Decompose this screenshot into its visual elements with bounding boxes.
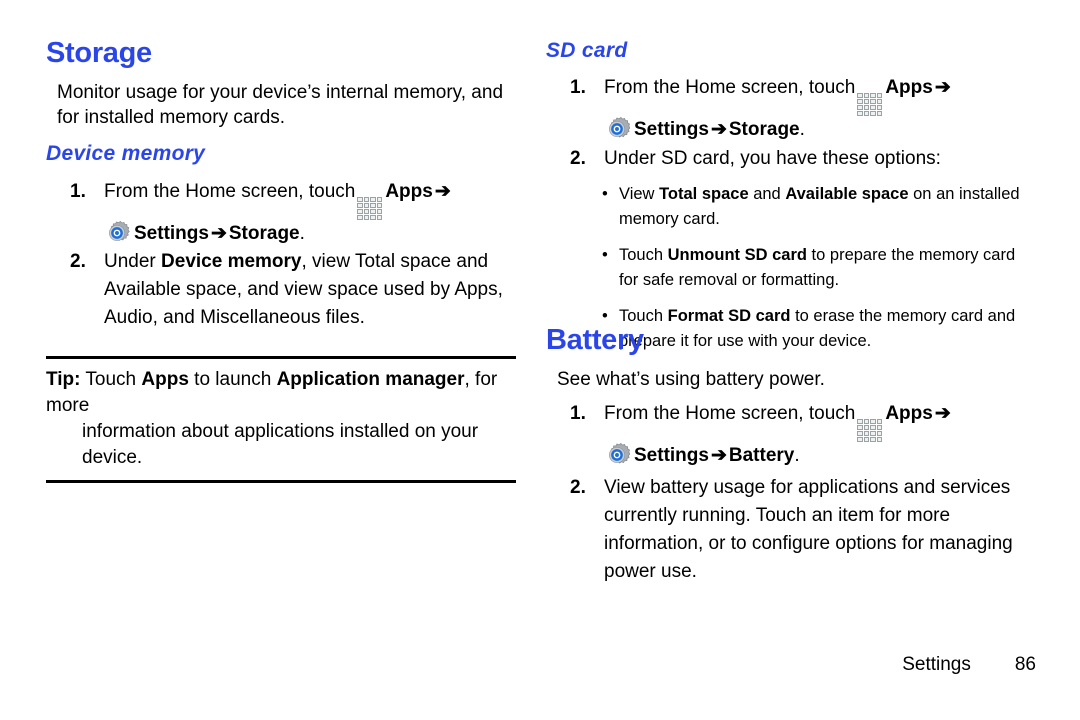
page-title-battery: Battery (546, 324, 644, 356)
settings-gear-icon (109, 221, 130, 242)
apps-label: Apps (385, 181, 433, 203)
sentence-period: . (299, 223, 305, 245)
step-number: 2. (70, 251, 86, 273)
bullet-icon: • (602, 185, 608, 204)
footer-section-label: Settings (902, 654, 971, 675)
tip-part-2: to launch (188, 369, 277, 391)
apps-label: Apps (885, 403, 933, 425)
step-item: 1. From the Home screen, touch Apps ➔ Sett… (546, 400, 1036, 470)
page-title-storage: Storage (46, 37, 152, 69)
arrow-icon: ➔ (934, 403, 951, 425)
sentence-period: . (794, 445, 800, 467)
option-text-pre: Touch (619, 246, 668, 265)
subheading-device-memory: Device memory (46, 142, 206, 166)
sd-card-section: SD card 1. From the Home screen, touch Ap… (546, 39, 1036, 354)
manual-page: Storage Monitor usage for your device’s … (0, 0, 1080, 720)
step-text: View battery usage for applications and … (604, 477, 1013, 583)
arrow-icon: ➔ (210, 223, 227, 245)
step-item: 2. View battery usage for applications a… (546, 474, 1036, 586)
arrow-icon: ➔ (710, 119, 727, 141)
device-memory-steps: 1. From the Home screen, touch Apps ➔ Sett… (46, 178, 516, 332)
step-text: From the Home screen, touch Apps ➔ (104, 181, 453, 221)
tip-text: Tip: Touch Apps to launch Application ma… (46, 359, 516, 480)
tip-rule-bottom (46, 480, 516, 484)
settings-target-label: Storage (228, 223, 300, 245)
footer-page-number: 86 (1014, 654, 1036, 675)
step-text-line2: Settings ➔ Battery. (604, 442, 1036, 470)
step-text: From the Home screen, touch Apps ➔ (604, 77, 953, 117)
settings-label: Settings (634, 119, 709, 141)
sd-card-steps: 1. From the Home screen, touch Apps ➔ Sett… (546, 74, 1036, 173)
step-number: 1. (70, 181, 86, 203)
settings-label: Settings (634, 445, 709, 467)
sentence-period: . (799, 119, 805, 141)
option-emphasis-2: Available space (785, 185, 909, 204)
battery-intro: See what’s using battery power. (557, 369, 825, 391)
tip-emphasis-application-manager: Application manager (276, 369, 465, 391)
step-item: 2. Under Device memory, view Total space… (46, 248, 516, 332)
step-number: 1. (570, 403, 586, 425)
step-text-emphasis: Device memory (161, 251, 302, 273)
step-number: 2. (570, 148, 586, 170)
option-emphasis-1: Format SD card (667, 307, 791, 326)
apps-label: Apps (885, 77, 933, 99)
tip-line-2: information about applications installed… (82, 421, 479, 469)
settings-gear-icon (609, 443, 631, 464)
apps-grid-icon (357, 197, 383, 221)
step-text: From the Home screen, touch Apps ➔ (604, 403, 953, 443)
step-number: 2. (570, 477, 586, 499)
step-text: Under SD card, you have these options: (604, 148, 941, 170)
option-emphasis-1: Unmount SD card (667, 246, 807, 265)
battery-steps: 1. From the Home screen, touch Apps ➔ Sett… (546, 400, 1036, 586)
step-item: 1. From the Home screen, touch Apps ➔ Sett… (46, 178, 516, 248)
battery-section: Battery See what’s using battery power. … (546, 325, 1036, 586)
storage-section: Storage Monitor usage for your device’s … (46, 37, 516, 484)
bullet-icon: • (602, 246, 608, 265)
tip-label: Tip: (46, 369, 81, 391)
list-item: • View Total space and Available space on… (602, 182, 1022, 232)
storage-intro: Monitor usage for your device’s internal… (57, 82, 504, 129)
settings-target-label: Battery (728, 445, 795, 467)
option-emphasis-1: Total space (659, 185, 749, 204)
apps-grid-icon (857, 419, 883, 443)
step-item: 1. From the Home screen, touch Apps ➔ Sett… (546, 74, 1036, 144)
step-text-pre: From the Home screen, touch (104, 181, 356, 203)
subheading-sd-card: SD card (546, 39, 628, 62)
arrow-icon: ➔ (434, 181, 451, 203)
option-text-pre: View (619, 185, 660, 204)
step-number: 1. (570, 77, 586, 99)
step-text-line2: Settings ➔ Storage. (604, 116, 1036, 144)
apps-grid-icon (857, 93, 883, 117)
step-text-line2: Settings ➔ Storage. (104, 220, 516, 248)
arrow-icon: ➔ (710, 445, 727, 467)
list-item: • Touch Unmount SD card to prepare the me… (602, 243, 1022, 293)
settings-target-label: Storage (728, 119, 800, 141)
tip-emphasis-apps: Apps (141, 369, 189, 391)
step-text-pre: Under (104, 251, 162, 273)
arrow-icon: ➔ (934, 77, 951, 99)
step-text-pre: From the Home screen, touch (604, 77, 856, 99)
step-text-pre: From the Home screen, touch (604, 403, 856, 425)
option-text-mid: and (748, 185, 786, 204)
step-item: 2. Under SD card, you have these options… (546, 145, 1036, 173)
tip-callout: Tip: Touch Apps to launch Application ma… (46, 356, 516, 484)
settings-gear-icon (609, 117, 631, 138)
tip-part-1: Touch (80, 369, 142, 391)
step-text: Under Device memory, view Total space an… (104, 251, 503, 328)
settings-label: Settings (134, 223, 209, 245)
option-text-pre: Touch (619, 307, 668, 326)
page-footer: Settings 86 (0, 654, 1036, 676)
